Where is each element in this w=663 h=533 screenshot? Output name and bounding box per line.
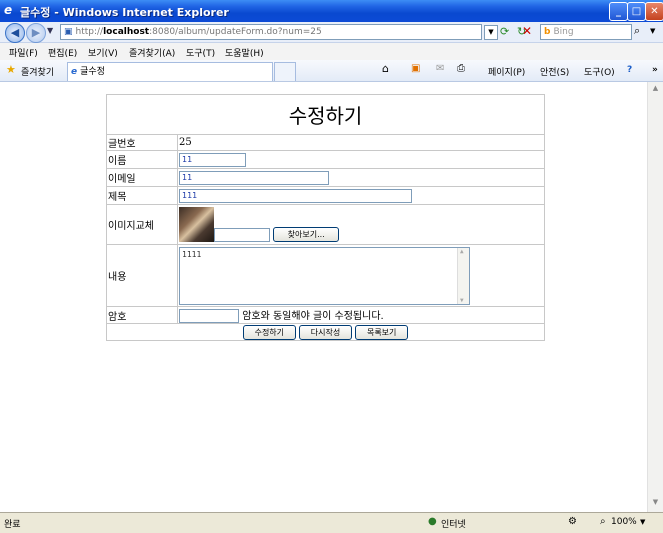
- maximize-button[interactable]: □: [627, 2, 646, 21]
- back-button[interactable]: ◀: [5, 23, 25, 43]
- mail-icon[interactable]: ✉: [436, 63, 444, 74]
- compat-view-icon[interactable]: ⟳: [500, 25, 509, 38]
- title-bar: e 글수정 - Windows Internet Explorer _ □ ✕: [0, 0, 663, 22]
- feeds-icon[interactable]: ▣: [411, 63, 420, 74]
- history-dropdown-icon[interactable]: ▼: [47, 26, 53, 35]
- update-form: 수정하기 글번호 25 이름 11 이메일 11 제목 111 이미지교체 찾아…: [106, 94, 545, 341]
- scroll-down-icon[interactable]: ▼: [650, 498, 661, 510]
- bing-icon: b: [544, 27, 551, 37]
- album-thumbnail: [179, 207, 214, 242]
- search-placeholder: Bing: [553, 27, 574, 37]
- menu-file[interactable]: 파일(F): [9, 46, 38, 59]
- textarea-scroll-up-icon[interactable]: ▲: [460, 248, 464, 255]
- password-input[interactable]: [179, 309, 239, 323]
- address-toolbar: ◀ ▶ ▼ ▣ http://localhost:8080/album/updat…: [0, 22, 663, 43]
- forward-button[interactable]: ▶: [26, 23, 46, 43]
- status-bar: 완료 ● 인터넷 ⚙ ⌕ 100% ▼: [0, 512, 663, 533]
- file-input[interactable]: [214, 228, 270, 242]
- url-host: localhost: [103, 27, 150, 37]
- url-path: :8080/album/updateForm.do?num=25: [149, 27, 322, 37]
- num-label: 글번호: [106, 134, 178, 151]
- content-text: 1111: [182, 249, 202, 259]
- textarea-scroll-down-icon[interactable]: ▼: [460, 297, 464, 304]
- list-button[interactable]: 목록보기: [355, 324, 409, 340]
- content-label: 내용: [106, 244, 178, 307]
- scroll-up-icon[interactable]: ▲: [650, 84, 661, 96]
- name-label: 이름: [106, 150, 178, 169]
- name-input[interactable]: 11: [179, 152, 246, 167]
- stop-icon[interactable]: ✕: [522, 24, 532, 38]
- search-options-icon[interactable]: ▼: [650, 27, 655, 35]
- subject-input[interactable]: 111: [179, 188, 412, 203]
- page-title: 수정하기: [106, 94, 545, 135]
- menu-favorites[interactable]: 즐겨찾기(A): [129, 46, 175, 59]
- minimize-button[interactable]: _: [609, 2, 628, 21]
- ie-logo-icon: e: [4, 3, 13, 17]
- browse-button[interactable]: 찾아보기...: [273, 227, 340, 242]
- menu-help[interactable]: 도움말(H): [225, 46, 264, 59]
- tab-ie-icon: e: [71, 67, 78, 77]
- toolbar-overflow-icon[interactable]: »: [652, 65, 658, 75]
- menu-bar: 파일(F) 편집(E) 보기(V) 즐겨찾기(A) 도구(T) 도움말(H): [0, 43, 663, 61]
- image-label: 이미지교체: [106, 204, 178, 245]
- address-bar[interactable]: ▣ http://localhost:8080/album/updateForm.…: [60, 24, 482, 40]
- zoom-dropdown-icon[interactable]: ▼: [640, 518, 645, 526]
- home-icon[interactable]: ⌂: [382, 62, 389, 75]
- tab-title: 글수정: [80, 67, 105, 77]
- email-input[interactable]: 11: [179, 170, 329, 185]
- content-textarea[interactable]: 1111 ▲ ▼: [179, 246, 470, 305]
- favorites-button[interactable]: 즐겨찾기: [21, 65, 54, 78]
- textarea-scrollbar[interactable]: ▲ ▼: [457, 247, 469, 304]
- tools-menu[interactable]: 도구(O): [584, 65, 615, 78]
- menu-view[interactable]: 보기(V): [88, 46, 118, 59]
- new-tab-button[interactable]: [274, 62, 296, 81]
- star-icon: ★: [6, 63, 16, 76]
- menu-edit[interactable]: 편집(E): [48, 46, 77, 59]
- safety-menu[interactable]: 안전(S): [540, 65, 569, 78]
- protected-mode-icon[interactable]: ⚙: [568, 516, 577, 527]
- subject-label: 제목: [106, 186, 178, 205]
- vertical-scrollbar[interactable]: ▲ ▼: [647, 82, 663, 512]
- search-input[interactable]: b Bing: [540, 24, 632, 40]
- status-text: 완료: [4, 520, 21, 530]
- close-button[interactable]: ✕: [645, 2, 663, 21]
- password-label: 암호: [106, 306, 178, 324]
- menu-tools[interactable]: 도구(T): [186, 46, 215, 59]
- num-value: 25: [177, 134, 545, 151]
- favorites-bar: ★ 즐겨찾기 e 글수정 ⌂ ▣ ✉ ⎙ 페이지(P) 안전(S) 도구(O) ?…: [0, 60, 663, 82]
- reset-button[interactable]: 다시작성: [299, 324, 352, 340]
- window-title: 글수정 - Windows Internet Explorer: [20, 6, 229, 19]
- page-menu[interactable]: 페이지(P): [488, 65, 525, 78]
- search-icon[interactable]: ⌕: [634, 24, 640, 38]
- tab-current[interactable]: e 글수정: [67, 62, 273, 81]
- zoom-icon[interactable]: ⌕: [600, 516, 606, 527]
- url-prefix: http://: [75, 27, 104, 37]
- print-icon[interactable]: ⎙: [457, 63, 465, 74]
- email-label: 이메일: [106, 168, 178, 187]
- address-dropdown-icon[interactable]: ▼: [484, 25, 498, 40]
- zoom-level[interactable]: 100%: [611, 517, 637, 527]
- password-hint: 암호와 동일해야 글이 수정됩니다.: [242, 311, 384, 322]
- help-icon[interactable]: ?: [627, 65, 632, 75]
- internet-zone-icon: ●: [428, 516, 437, 527]
- page-icon: ▣: [64, 27, 73, 37]
- submit-button[interactable]: 수정하기: [242, 324, 296, 340]
- zone-text: 인터넷: [441, 520, 466, 530]
